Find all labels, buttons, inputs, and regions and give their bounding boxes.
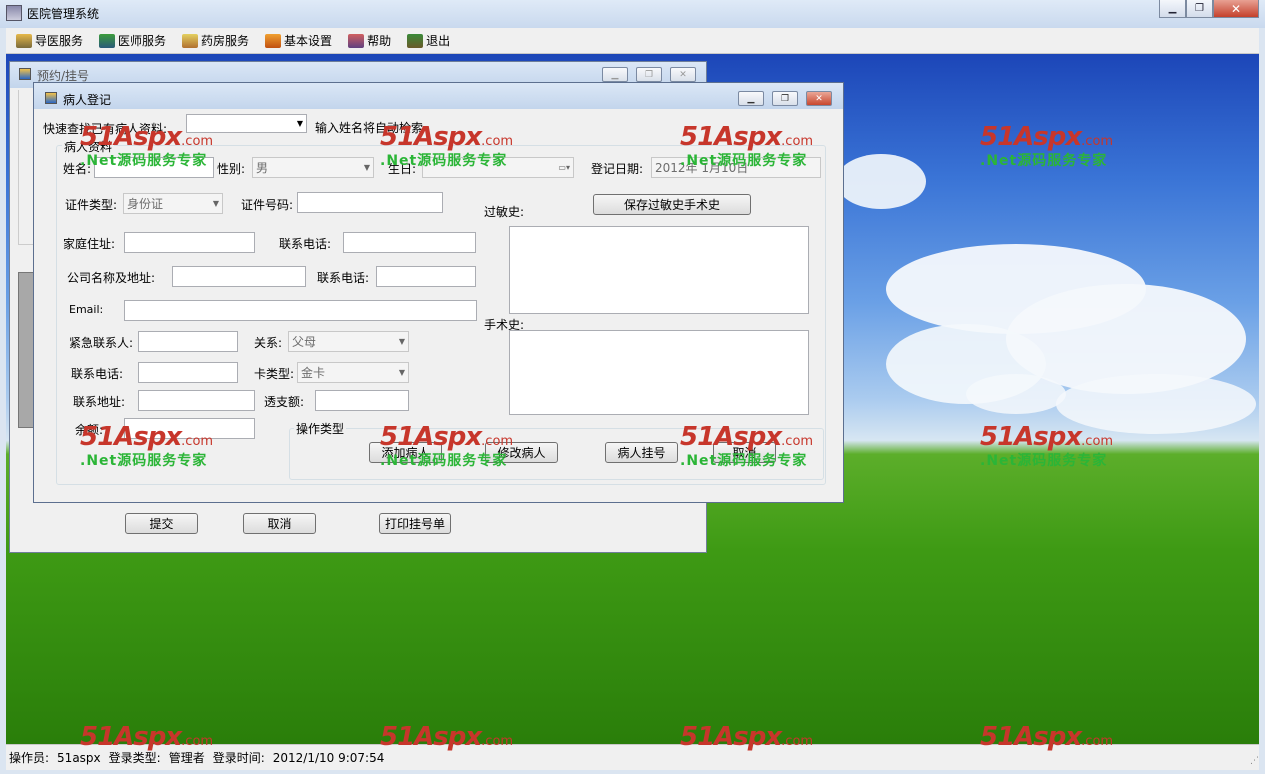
menu-bar: 导医服务 医师服务 药房服务 基本设置 帮助 退出: [6, 28, 1259, 54]
operator-label: 操作员:: [9, 751, 50, 765]
edit-patient-button[interactable]: 修改病人: [485, 442, 558, 463]
save-history-button[interactable]: 保存过敏史手术史: [593, 194, 751, 215]
pharmacy-icon: [182, 33, 199, 48]
id-type-label: 证件类型:: [65, 198, 118, 212]
reg-date-picker[interactable]: 2012年 1月10日: [651, 157, 821, 178]
home-address-input[interactable]: [124, 232, 255, 253]
booking-close-button[interactable]: ✕: [670, 67, 696, 82]
booking-minimize-button[interactable]: ▁: [602, 67, 628, 82]
window-controls: ▁ ❐ ✕: [1159, 0, 1259, 18]
dropdown-arrow-icon: ▼: [398, 368, 405, 377]
surgery-textarea[interactable]: [509, 330, 809, 415]
app-title-bar: [0, 0, 1265, 28]
form-icon: [19, 68, 31, 80]
login-time-value: 2012/1/10 9:07:54: [272, 750, 385, 765]
relation-label: 关系:: [254, 336, 283, 350]
guide-icon: [16, 33, 32, 48]
contact-address-label: 联系地址:: [73, 395, 126, 409]
menu-doctor-service[interactable]: 医师服务: [97, 30, 168, 51]
phone-input[interactable]: [343, 232, 476, 253]
menu-exit[interactable]: 退出: [405, 30, 452, 51]
exit-icon: [407, 33, 424, 48]
patient-minimize-button[interactable]: ▁: [738, 91, 764, 106]
patient-cancel-button[interactable]: 取消: [713, 442, 776, 463]
quick-search-label: 快速查找已有病人资料:: [43, 122, 168, 136]
dropdown-arrow-icon: ▼: [398, 337, 405, 346]
app-title: 医院管理系统: [27, 7, 100, 21]
settings-icon: [265, 33, 282, 48]
add-patient-button[interactable]: 添加病人: [369, 442, 442, 463]
gender-select[interactable]: 男 ▼: [252, 157, 374, 178]
emergency-phone-label: 联系电话:: [71, 367, 124, 381]
menu-help[interactable]: 帮助: [346, 30, 393, 51]
email-input[interactable]: [124, 300, 477, 321]
balance-input[interactable]: [124, 418, 255, 439]
menu-pharmacy-service[interactable]: 药房服务: [180, 30, 251, 51]
register-patient-button[interactable]: 病人挂号: [605, 442, 678, 463]
close-button[interactable]: ✕: [1213, 0, 1259, 18]
calendar-icon: ▭▾: [558, 163, 570, 172]
dropdown-arrow-icon: ▼: [363, 163, 370, 172]
patient-close-button[interactable]: ✕: [806, 91, 832, 106]
emergency-contact-input[interactable]: [138, 331, 238, 352]
patient-register-window: 病人登记 ▁ ❐ ✕ 快速查找已有病人资料: ▼ 输入姓名将自动检索 病人资料 …: [33, 82, 844, 503]
allergy-textarea[interactable]: [509, 226, 809, 314]
login-type-label: 登录类型:: [108, 751, 161, 765]
allergy-label: 过敏史:: [484, 205, 525, 219]
phone-label: 联系电话:: [279, 237, 332, 251]
login-type-value: 管理者: [168, 751, 205, 765]
id-type-select[interactable]: 身份证 ▼: [123, 193, 223, 214]
patient-window-titlebar: [34, 83, 843, 109]
company-label: 公司名称及地址:: [67, 271, 156, 285]
operator-value: 51aspx: [57, 750, 101, 765]
operation-group-title: 操作类型: [294, 420, 347, 437]
birthday-label: 生日:: [388, 162, 417, 176]
contact-address-input[interactable]: [138, 390, 255, 411]
balance-label: 余额:: [75, 423, 104, 437]
booking-group-edge: [18, 90, 34, 245]
login-time-label: 登录时间:: [212, 751, 265, 765]
home-address-label: 家庭住址:: [63, 237, 116, 251]
patient-maximize-button[interactable]: ❐: [772, 91, 798, 106]
restore-button[interactable]: ❐: [1186, 0, 1213, 18]
overdraft-input[interactable]: [315, 390, 409, 411]
company-phone-label: 联系电话:: [317, 271, 370, 285]
name-input[interactable]: [94, 157, 214, 178]
dropdown-arrow-icon: ▼: [296, 119, 303, 128]
quick-search-hint: 输入姓名将自动检索: [315, 121, 424, 135]
status-bar: 操作员: 51aspx 登录类型: 管理者 登录时间: 2012/1/10 9:…: [6, 744, 1259, 770]
doctor-icon: [99, 33, 116, 48]
help-icon: [348, 33, 365, 48]
birthday-picker[interactable]: ▭▾: [422, 157, 574, 178]
patient-window-title: 病人登记: [63, 93, 112, 107]
company-phone-input[interactable]: [376, 266, 476, 287]
booking-cancel-button[interactable]: 取消: [243, 513, 316, 534]
hospital-app-icon: [6, 5, 22, 21]
name-label: 姓名:: [63, 162, 92, 176]
reg-date-label: 登记日期:: [591, 162, 644, 176]
gender-label: 性别:: [217, 162, 246, 176]
overdraft-label: 透支额:: [264, 395, 305, 409]
card-type-select[interactable]: 金卡 ▼: [297, 362, 409, 383]
id-number-label: 证件号码:: [241, 198, 294, 212]
minimize-button[interactable]: ▁: [1159, 0, 1186, 18]
company-input[interactable]: [172, 266, 306, 287]
resize-grip-icon[interactable]: ⋰: [1250, 756, 1259, 766]
dropdown-arrow-icon: ▼: [212, 199, 219, 208]
menu-guide-service[interactable]: 导医服务: [14, 30, 85, 51]
menu-basic-settings[interactable]: 基本设置: [263, 30, 334, 51]
emergency-phone-input[interactable]: [138, 362, 238, 383]
id-number-input[interactable]: [297, 192, 443, 213]
quick-search-combo[interactable]: ▼: [186, 114, 307, 133]
card-type-label: 卡类型:: [254, 367, 295, 381]
booking-maximize-button[interactable]: ❐: [636, 67, 662, 82]
relation-select[interactable]: 父母 ▼: [288, 331, 409, 352]
form-icon: [45, 92, 57, 104]
email-label: Email:: [69, 303, 104, 316]
patient-info-group-title: 病人资料: [62, 138, 115, 155]
submit-button[interactable]: 提交: [125, 513, 198, 534]
print-ticket-button[interactable]: 打印挂号单: [379, 513, 451, 534]
emergency-contact-label: 紧急联系人:: [69, 336, 134, 350]
